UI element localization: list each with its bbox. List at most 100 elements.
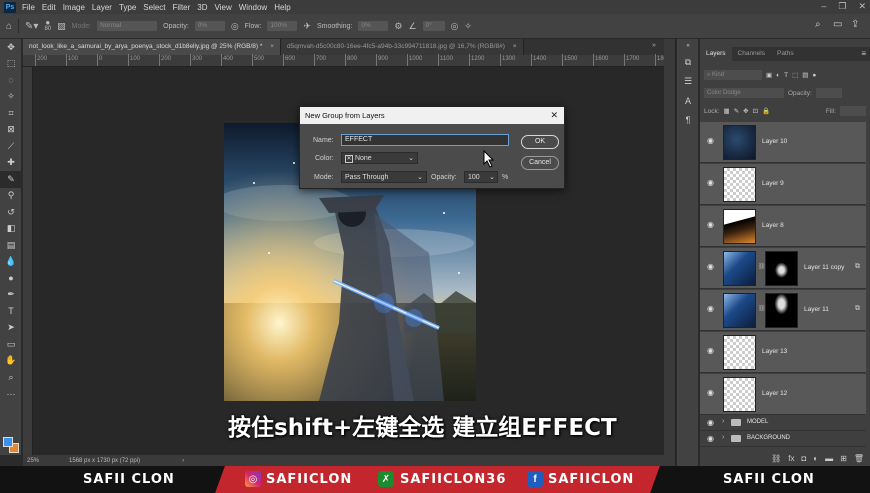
link-layers-icon[interactable]: ⛓ bbox=[771, 454, 781, 463]
brush-tool-icon[interactable]: ✎ bbox=[0, 171, 22, 188]
lock-all-icon[interactable]: 🔒 bbox=[762, 107, 770, 115]
history-icon[interactable]: ⧉ bbox=[677, 53, 699, 72]
visibility-eye-icon[interactable]: ◉ bbox=[707, 220, 714, 229]
visibility-eye-icon[interactable]: ◉ bbox=[707, 388, 714, 397]
layer-name[interactable]: Layer 8 bbox=[762, 222, 784, 229]
filter-type-icon[interactable]: T bbox=[784, 72, 788, 79]
layer-row[interactable]: ◉ Layer 13 bbox=[700, 332, 866, 373]
lasso-tool-icon[interactable]: ◌ bbox=[0, 72, 22, 89]
opacity-field[interactable]: 0% bbox=[194, 21, 225, 31]
tab-channels[interactable]: Channels bbox=[732, 47, 771, 61]
zoom-level[interactable]: 25% bbox=[27, 458, 39, 464]
smoothing-field[interactable]: 0% bbox=[358, 21, 389, 31]
hand-tool-icon[interactable]: ✋ bbox=[0, 353, 22, 370]
collapse-panels-icon[interactable]: » bbox=[652, 42, 656, 49]
group-row[interactable]: ◉ › BACKGROUND bbox=[700, 431, 866, 447]
history-brush-tool-icon[interactable]: ↺ bbox=[0, 204, 22, 221]
filter-toggle-icon[interactable]: ● bbox=[812, 72, 816, 79]
brush-tool-icon[interactable]: ✎▾ bbox=[25, 21, 38, 32]
airbrush-icon[interactable]: ✈ bbox=[303, 21, 311, 32]
chevron-right-icon[interactable]: › bbox=[722, 434, 724, 441]
lock-transparent-icon[interactable]: ▦ bbox=[724, 107, 730, 115]
flow-field[interactable]: 100% bbox=[267, 21, 298, 31]
search-icon[interactable]: ⌕ bbox=[815, 19, 821, 30]
menu-3d[interactable]: 3D bbox=[197, 3, 207, 12]
tab-layers[interactable]: Layers bbox=[700, 47, 732, 61]
cancel-button[interactable]: Cancel bbox=[521, 156, 559, 170]
eraser-tool-icon[interactable]: ◧ bbox=[0, 221, 22, 238]
paragraph-icon[interactable]: ¶ bbox=[677, 110, 699, 129]
angle-field[interactable]: 0° bbox=[422, 21, 445, 31]
lock-artboard-icon[interactable]: ⊡ bbox=[753, 107, 758, 115]
eyedropper-tool-icon[interactable]: ⟋ bbox=[0, 138, 22, 155]
share-icon[interactable]: ⇪ bbox=[851, 19, 859, 30]
chevron-right-icon[interactable]: › bbox=[182, 458, 184, 464]
group-row[interactable]: ◉ › MODEL bbox=[700, 415, 866, 431]
dodge-tool-icon[interactable]: ● bbox=[0, 270, 22, 287]
filter-pixel-icon[interactable]: ▣ bbox=[766, 71, 772, 79]
new-layer-icon[interactable]: ⊞ bbox=[840, 454, 847, 463]
gradient-tool-icon[interactable]: ▤ bbox=[0, 237, 22, 254]
more-tools-icon[interactable]: ··· bbox=[0, 386, 22, 403]
zoom-tool-icon[interactable]: ⌕ bbox=[0, 369, 22, 386]
smoothing-options-gear-icon[interactable]: ⚙ bbox=[394, 21, 402, 32]
menu-help[interactable]: Help bbox=[274, 3, 290, 12]
minimize-icon[interactable]: – bbox=[821, 1, 826, 12]
properties-icon[interactable]: ☰ bbox=[677, 72, 699, 91]
group-name[interactable]: BACKGROUND bbox=[747, 435, 790, 441]
menu-filter[interactable]: Filter bbox=[173, 3, 191, 12]
visibility-eye-icon[interactable]: ◉ bbox=[707, 178, 714, 187]
layer-row[interactable]: ◉ Layer 10 bbox=[700, 122, 866, 163]
close-icon[interactable]: ✕ bbox=[858, 1, 866, 12]
blur-tool-icon[interactable]: 💧 bbox=[0, 254, 22, 271]
new-group-icon[interactable]: ▬ bbox=[825, 454, 833, 463]
healing-brush-tool-icon[interactable]: ✚ bbox=[0, 155, 22, 172]
filter-adjustment-icon[interactable]: ◐ bbox=[776, 72, 780, 79]
menu-file[interactable]: File bbox=[22, 3, 35, 12]
menu-image[interactable]: Image bbox=[63, 3, 85, 12]
rectangle-tool-icon[interactable]: ▭ bbox=[0, 336, 22, 353]
kind-filter-select[interactable]: ⌕ Kind bbox=[704, 70, 762, 80]
frame-tool-icon[interactable]: ⊠ bbox=[0, 122, 22, 139]
layer-row[interactable]: ◉ ⛓ Layer 11 copy ⧉ bbox=[700, 248, 866, 289]
group-name-input[interactable]: EFFECT bbox=[341, 134, 509, 146]
close-icon[interactable]: × bbox=[270, 43, 274, 50]
layer-name[interactable]: Layer 13 bbox=[762, 348, 787, 355]
type-tool-icon[interactable]: T bbox=[0, 303, 22, 320]
lock-position-icon[interactable]: ✥ bbox=[743, 107, 748, 115]
tab-samurai-document[interactable]: not_look_like_a_samurai_by_arya_poenya_s… bbox=[23, 39, 282, 55]
filter-smart-object-icon[interactable]: ▤ bbox=[802, 71, 808, 79]
tab-paths[interactable]: Paths bbox=[771, 47, 800, 61]
tab-second-document[interactable]: d5qmvah-d5c00c80-16ee-4fc5-a94b-33c99471… bbox=[281, 39, 524, 55]
visibility-eye-icon[interactable]: ◉ bbox=[707, 434, 714, 443]
character-icon[interactable]: A bbox=[677, 91, 699, 110]
mode-select[interactable]: Pass Through ⌄ bbox=[341, 171, 427, 183]
layer-name[interactable]: Layer 12 bbox=[762, 390, 787, 397]
symmetry-icon[interactable]: ✧ bbox=[464, 21, 472, 32]
menu-edit[interactable]: Edit bbox=[42, 3, 56, 12]
layer-row[interactable]: ◉ ⛓ Layer 11 ⧉ bbox=[700, 290, 866, 331]
close-icon[interactable]: × bbox=[513, 43, 517, 50]
ok-button[interactable]: OK bbox=[521, 135, 559, 149]
panel-menu-icon[interactable]: ≡ bbox=[861, 47, 866, 61]
layer-row[interactable]: ◉ Layer 8 bbox=[700, 206, 866, 247]
layer-name[interactable]: Layer 10 bbox=[762, 138, 787, 145]
blend-mode-select[interactable]: Color Dodge bbox=[704, 88, 784, 98]
opacity-field[interactable]: 100 ⌄ bbox=[464, 171, 498, 183]
menu-type[interactable]: Type bbox=[119, 3, 136, 12]
pressure-opacity-icon[interactable]: ◎ bbox=[231, 21, 239, 32]
menu-layer[interactable]: Layer bbox=[92, 3, 112, 12]
layer-fill-field[interactable] bbox=[840, 106, 866, 116]
menu-view[interactable]: View bbox=[215, 3, 232, 12]
visibility-eye-icon[interactable]: ◉ bbox=[707, 418, 714, 427]
delete-layer-icon[interactable]: 🗑 bbox=[854, 454, 864, 463]
home-icon[interactable]: ⌂ bbox=[6, 21, 12, 32]
crop-tool-icon[interactable]: ⌗ bbox=[0, 105, 22, 122]
layer-name[interactable]: Layer 9 bbox=[762, 180, 784, 187]
clone-stamp-tool-icon[interactable]: ⚲ bbox=[0, 188, 22, 205]
quick-select-tool-icon[interactable]: ✧ bbox=[0, 89, 22, 106]
visibility-eye-icon[interactable]: ◉ bbox=[707, 262, 714, 271]
menu-select[interactable]: Select bbox=[143, 3, 165, 12]
marquee-tool-icon[interactable]: ⬚ bbox=[0, 56, 22, 73]
layer-name[interactable]: Layer 11 bbox=[804, 306, 829, 313]
